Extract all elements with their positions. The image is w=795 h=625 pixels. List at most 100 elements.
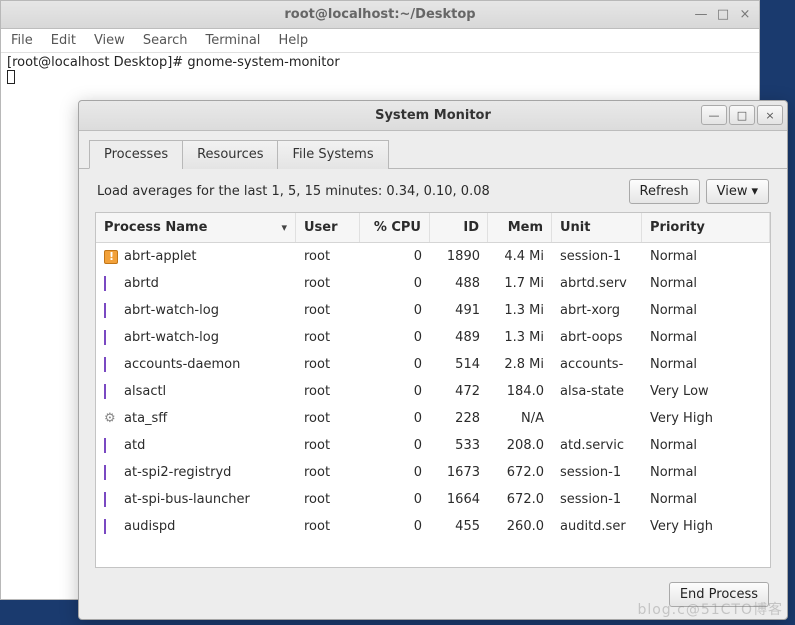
cell: 1.3 Mi [488,330,552,345]
table-row[interactable]: at-spi-bus-launcherroot01664672.0session… [96,486,770,513]
table-row[interactable]: alsactlroot0472184.0alsa-stateVery Low [96,378,770,405]
cell: 491 [430,303,488,318]
process-name: ata_sff [124,411,167,426]
cell: 2.8 Mi [488,357,552,372]
cell: 0 [360,519,430,534]
menu-search[interactable]: Search [143,33,188,48]
close-icon[interactable]: × [737,8,753,22]
cell: abrt-watch-log [96,303,296,318]
maximize-icon[interactable]: □ [715,8,731,22]
minimize-button[interactable]: — [701,105,727,125]
process-name: at-spi-bus-launcher [124,492,250,507]
cell: 514 [430,357,488,372]
cell: root [296,492,360,507]
process-icon [104,358,118,372]
process-icon [104,331,118,345]
terminal-line: [root@localhost Desktop]# gnome-system-m… [7,55,753,70]
col-cpu[interactable]: % CPU [360,213,430,242]
tab-processes[interactable]: Processes [89,140,183,169]
table-row[interactable]: audispdroot0455260.0auditd.serVery High [96,513,770,540]
col-mem[interactable]: Mem [488,213,552,242]
cell: Normal [642,492,770,507]
cell: root [296,249,360,264]
terminal-title: root@localhost:~/Desktop [284,7,475,22]
terminal-cursor [7,70,15,84]
cell: atd [96,438,296,453]
menu-edit[interactable]: Edit [51,33,76,48]
cell: abrtd.serv [552,276,642,291]
menu-view[interactable]: View [94,33,125,48]
cell: 0 [360,330,430,345]
cell: 488 [430,276,488,291]
cell: root [296,384,360,399]
table-row[interactable]: atdroot0533208.0atd.servicNormal [96,432,770,459]
col-user[interactable]: User [296,213,360,242]
cell: 533 [430,438,488,453]
process-name: atd [124,438,145,453]
process-name: abrt-watch-log [124,303,219,318]
refresh-button[interactable]: Refresh [629,179,700,204]
maximize-button[interactable]: □ [729,105,755,125]
cell: root [296,519,360,534]
table-header: Process Name ▾ User % CPU ID Mem Unit Pr… [96,213,770,243]
process-icon [104,439,118,453]
table-row[interactable]: at-spi2-registrydroot01673672.0session-1… [96,459,770,486]
cell: Very Low [642,384,770,399]
menu-terminal[interactable]: Terminal [205,33,260,48]
col-unit[interactable]: Unit [552,213,642,242]
cell: abrt-applet [96,249,296,264]
menu-help[interactable]: Help [278,33,308,48]
cell: Normal [642,357,770,372]
cell: 0 [360,384,430,399]
terminal-titlebar: root@localhost:~/Desktop — □ × [1,1,759,29]
process-name: audispd [124,519,175,534]
minimize-icon[interactable]: — [693,8,709,22]
col-priority[interactable]: Priority [642,213,770,242]
cell: root [296,465,360,480]
cell: 0 [360,411,430,426]
cell: 4.4 Mi [488,249,552,264]
cell: 1664 [430,492,488,507]
sysmon-window-controls: — □ × [701,105,783,125]
process-name: accounts-daemon [124,357,240,372]
tab-resources[interactable]: Resources [182,140,278,169]
col-process-name[interactable]: Process Name ▾ [96,213,296,242]
table-body[interactable]: abrt-appletroot018904.4 Misession-1Norma… [96,243,770,567]
table-row[interactable]: accounts-daemonroot05142.8 Miaccounts-No… [96,351,770,378]
cell: root [296,357,360,372]
cell: 0 [360,492,430,507]
terminal-body[interactable]: [root@localhost Desktop]# gnome-system-m… [1,53,759,90]
table-row[interactable]: abrtdroot04881.7 Miabrtd.servNormal [96,270,770,297]
end-process-button[interactable]: End Process [669,582,769,607]
table-row[interactable]: ⚙ata_sffroot0228N/AVery High [96,405,770,432]
chevron-down-icon: ▾ [751,184,758,199]
table-row[interactable]: abrt-watch-logroot04891.3 Miabrt-oopsNor… [96,324,770,351]
process-icon [104,466,118,480]
cell: root [296,330,360,345]
cell: 0 [360,357,430,372]
cell: at-spi2-registryd [96,465,296,480]
cell: atd.servic [552,438,642,453]
cell: Normal [642,438,770,453]
cell: Normal [642,465,770,480]
toolbar: Load averages for the last 1, 5, 15 minu… [79,169,787,212]
cell: abrt-oops [552,330,642,345]
cell: Normal [642,276,770,291]
process-icon [104,304,118,318]
footer: End Process [79,574,787,619]
cell: Normal [642,249,770,264]
cell: 260.0 [488,519,552,534]
tabs: Processes Resources File Systems [79,131,787,169]
menu-file[interactable]: File [11,33,33,48]
col-id[interactable]: ID [430,213,488,242]
view-button[interactable]: View▾ [706,179,769,204]
cell: abrt-watch-log [96,330,296,345]
cell: 1673 [430,465,488,480]
table-row[interactable]: abrt-watch-logroot04911.3 Miabrt-xorgNor… [96,297,770,324]
cell: 0 [360,276,430,291]
tab-file-systems[interactable]: File Systems [277,140,388,169]
table-row[interactable]: abrt-appletroot018904.4 Misession-1Norma… [96,243,770,270]
sysmon-title: System Monitor [375,108,491,123]
close-button[interactable]: × [757,105,783,125]
process-icon [104,520,118,534]
